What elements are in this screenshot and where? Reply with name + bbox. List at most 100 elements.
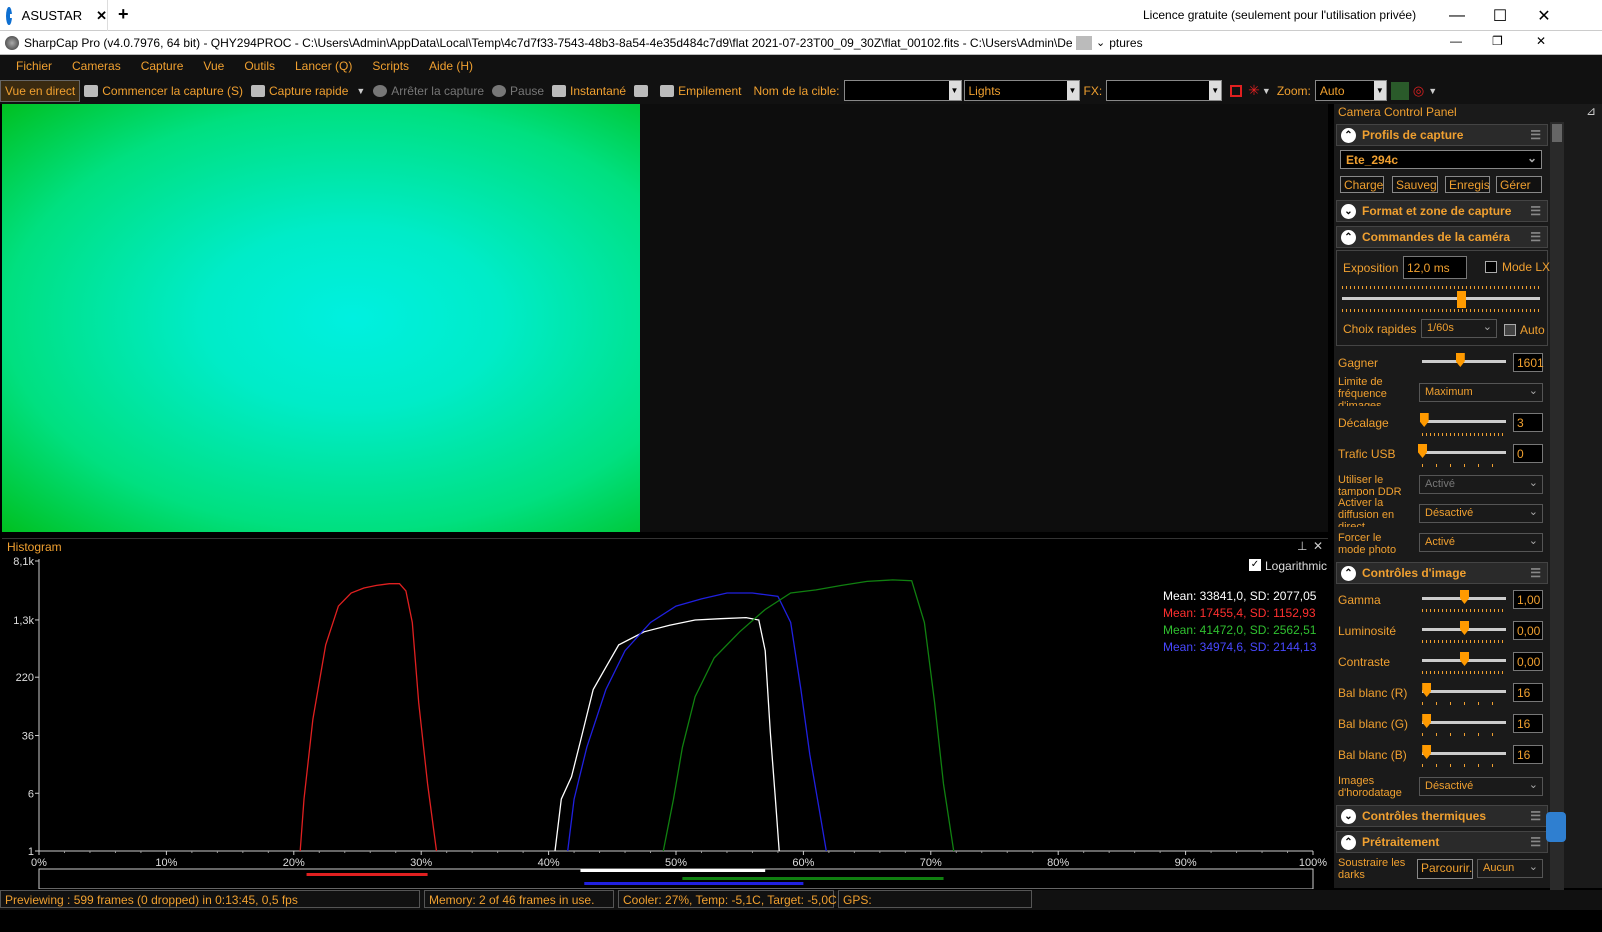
teamviewer-side-icon[interactable] — [1546, 812, 1566, 842]
offset-track[interactable] — [1422, 420, 1506, 423]
quick-choice-select[interactable]: 1/60s — [1421, 319, 1497, 338]
offset-input[interactable]: 3 — [1513, 413, 1543, 432]
profile-select[interactable]: Ete_294c — [1340, 150, 1542, 169]
wb-red-track[interactable] — [1422, 690, 1506, 693]
minimize-icon[interactable]: — — [1435, 0, 1479, 31]
menu-scripts[interactable]: Scripts — [372, 59, 409, 73]
chevron-down-icon[interactable]: ▼ — [1209, 81, 1222, 100]
reticle-icon[interactable]: ◎ — [1413, 83, 1424, 99]
chevron-down-icon[interactable]: ▼ — [1066, 81, 1079, 100]
load-profile-button[interactable]: Charge — [1340, 176, 1384, 193]
target-name-input[interactable]: ▼ — [843, 80, 962, 101]
quick-capture-button[interactable]: Capture rapide ▼ — [250, 84, 365, 98]
framerate-select[interactable]: Maximum — [1419, 383, 1543, 402]
frame-type-select[interactable]: Lights ▼ — [963, 80, 1080, 101]
browse-darks-button[interactable]: Parcourir... — [1417, 859, 1473, 879]
manage-profiles-button[interactable]: Gérer ... — [1496, 176, 1542, 193]
wb-green-slider-thumb[interactable] — [1422, 714, 1432, 728]
monitor-button[interactable] — [634, 84, 652, 97]
menu-icon[interactable]: ☰ — [1530, 566, 1541, 580]
menu-icon[interactable]: ☰ — [1530, 230, 1541, 244]
section-thermal[interactable]: ⌄ Contrôles thermiques ☰ — [1336, 805, 1548, 827]
maximize-icon[interactable]: ☐ — [1478, 0, 1522, 31]
fx-select[interactable]: ▼ — [1106, 80, 1223, 101]
tab-asustar[interactable]: ASUSTAR ✕ — [0, 0, 108, 31]
wb-green-input[interactable]: 16 — [1513, 714, 1543, 733]
remote-toolbar-icon[interactable] — [1076, 35, 1092, 50]
app-restore-icon[interactable]: ❐ — [1492, 34, 1503, 48]
menu-icon[interactable]: ☰ — [1530, 809, 1541, 823]
stop-capture-button[interactable]: Arrêter la capture — [373, 84, 484, 98]
zoom-select[interactable]: Auto ▼ — [1314, 80, 1387, 101]
chevron-down-icon[interactable]: ⌄ — [1096, 36, 1105, 49]
exposure-input[interactable]: 12,0 ms — [1403, 256, 1467, 279]
panel-scrollbar[interactable] — [1546, 122, 1566, 890]
wb-blue-track[interactable] — [1422, 752, 1506, 755]
wb-red-input[interactable]: 16 — [1513, 683, 1543, 702]
live-view-button[interactable]: Vue en direct — [0, 79, 81, 102]
dropdown-arrow-icon[interactable]: ▼ — [1262, 86, 1271, 96]
stacking-button[interactable]: Empilement — [660, 84, 741, 98]
contrast-slider-thumb[interactable] — [1460, 652, 1469, 666]
section-image[interactable]: ⌃ Contrôles d'image ☰ — [1336, 562, 1548, 584]
section-preprocessing[interactable]: ⌃ Prétraitement ☰ — [1336, 831, 1548, 853]
wb-blue-slider-thumb[interactable] — [1422, 745, 1432, 759]
histogram-chart[interactable]: 8,1k1,3k22036610% 10% 20% 30% 40% 50% 60% 70% 80… — [2, 539, 1328, 889]
menu-vue[interactable]: Vue — [203, 59, 224, 73]
roi-icon[interactable] — [1230, 84, 1243, 97]
menu-capture[interactable]: Capture — [141, 59, 184, 73]
menu-fichier[interactable]: Fichier — [16, 59, 52, 73]
wb-green-track[interactable] — [1422, 721, 1506, 724]
wb-red-slider-thumb[interactable] — [1422, 683, 1432, 697]
dropdown-arrow-icon[interactable]: ▼ — [356, 86, 365, 96]
camera-preview-image[interactable] — [2, 104, 640, 532]
save-profile-button[interactable]: Sauvega — [1392, 176, 1438, 193]
snapshot-button[interactable]: Instantané — [552, 84, 626, 98]
gamma-input[interactable]: 1,00 — [1513, 590, 1543, 609]
offset-slider-thumb[interactable] — [1419, 413, 1429, 427]
app-close-icon[interactable]: ✕ — [1536, 34, 1546, 48]
brightness-slider-thumb[interactable] — [1460, 621, 1469, 635]
usb-track[interactable] — [1422, 451, 1506, 454]
chevron-down-icon[interactable]: ▼ — [1373, 81, 1386, 100]
menu-icon[interactable]: ☰ — [1530, 128, 1541, 142]
close-window-icon[interactable]: ✕ — [1522, 0, 1566, 31]
add-tab-icon[interactable]: + — [118, 4, 129, 25]
menu-outils[interactable]: Outils — [244, 59, 275, 73]
wb-blue-input[interactable]: 16 — [1513, 745, 1543, 764]
brightness-input[interactable]: 0,00 — [1513, 621, 1543, 640]
app-minimize-icon[interactable]: — — [1450, 34, 1462, 48]
section-camera[interactable]: ⌃ Commandes de la caméra ☰ — [1336, 226, 1548, 248]
menu-icon[interactable]: ☰ — [1530, 835, 1541, 849]
auto-exposure-checkbox[interactable] — [1504, 324, 1516, 336]
chevron-down-icon[interactable]: ▼ — [948, 81, 961, 100]
pause-button[interactable]: Pause — [492, 84, 544, 98]
menu-cameras[interactable]: Cameras — [72, 59, 121, 73]
live-stream-select[interactable]: Désactivé — [1419, 504, 1543, 523]
contrast-input[interactable]: 0,00 — [1513, 652, 1543, 671]
close-tab-icon[interactable]: ✕ — [96, 8, 107, 24]
menu-lancer[interactable]: Lancer (Q) — [295, 59, 352, 73]
ddr-select[interactable]: Activé — [1419, 475, 1543, 494]
crosshair-icon[interactable]: ✳ — [1248, 82, 1260, 99]
start-capture-button[interactable]: Commencer la capture (S) — [84, 84, 243, 98]
dropdown-arrow-icon[interactable]: ▼ — [1428, 86, 1437, 96]
section-format[interactable]: ⌄ Format et zone de capture ☰ — [1336, 200, 1548, 222]
timestamp-select[interactable]: Désactivé — [1419, 777, 1543, 796]
gamma-slider-thumb[interactable] — [1460, 590, 1469, 604]
gain-input[interactable]: 1601 — [1513, 353, 1544, 372]
scrollbar-thumb[interactable] — [1552, 124, 1562, 142]
gain-slider-thumb[interactable] — [1455, 353, 1465, 367]
usb-input[interactable]: 0 — [1513, 444, 1543, 463]
save-as-profile-button[interactable]: Enregistr — [1445, 176, 1490, 193]
exposure-slider-thumb[interactable] — [1456, 291, 1466, 308]
menu-aide[interactable]: Aide (H) — [429, 59, 473, 73]
pin-icon[interactable]: ⊿ — [1586, 104, 1596, 118]
photo-mode-select[interactable]: Activé — [1419, 533, 1543, 552]
exposure-track[interactable] — [1342, 297, 1540, 300]
menu-icon[interactable]: ☰ — [1530, 204, 1541, 218]
section-profiles[interactable]: ⌃ Profils de capture ☰ — [1336, 124, 1548, 146]
usb-slider-thumb[interactable] — [1418, 444, 1427, 458]
histogram-toggle-icon[interactable] — [1390, 81, 1409, 100]
mode-lx-checkbox[interactable] — [1485, 261, 1497, 273]
